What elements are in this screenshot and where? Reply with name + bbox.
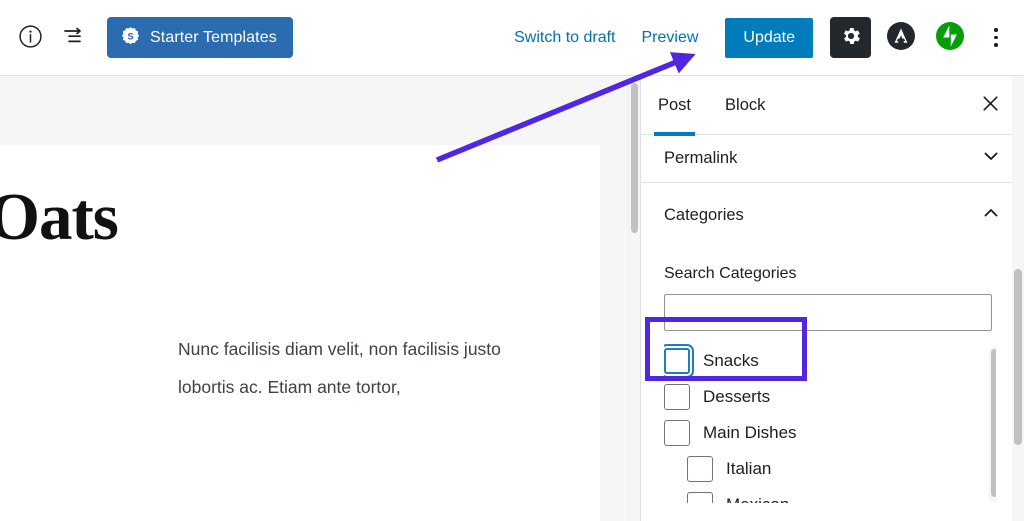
window-scrollbar-thumb[interactable] [1014,269,1022,445]
panel-categories-label: Categories [664,206,744,224]
list-view-icon-button[interactable] [52,16,96,60]
kebab-menu-icon [994,28,998,32]
info-circle-icon-button[interactable] [8,16,52,60]
category-item-snacks[interactable]: Snacks [664,343,996,379]
astra-logo-icon [886,21,916,54]
category-item-italian[interactable]: Italian [664,451,996,487]
panel-permalink-label: Permalink [664,149,738,167]
category-item-main-dishes[interactable]: Main Dishes [664,415,996,451]
sidebar-tab-bar: Post Block [641,76,1024,136]
switch-to-draft-button[interactable]: Switch to draft [501,21,628,55]
starter-templates-badge-icon: S [120,26,141,50]
editor-canvas-region: thy Oats Nunc facilisis diam velit, non … [0,76,640,521]
starter-templates-button[interactable]: S Starter Templates [107,17,293,58]
panel-categories[interactable]: Categories [641,183,1024,248]
kebab-dot-3 [994,43,998,47]
category-item-mexican[interactable]: Mexican [664,487,996,503]
checkbox-mexican[interactable] [687,492,713,503]
categories-panel-body: Search Categories Snacks Desserts Main D… [641,265,1024,503]
tab-block[interactable]: Block [708,76,782,135]
svg-text:S: S [127,31,133,41]
wordpress-block-editor: S Starter Templates Switch to draft Prev… [0,0,1024,521]
category-label-italian: Italian [726,459,772,478]
more-menu-button[interactable] [978,18,1014,58]
chevron-down-icon [981,146,1001,171]
settings-sidebar: Post Block Permalink Categories Search C… [640,76,1024,521]
editor-scrollbar-thumb[interactable] [631,83,638,233]
info-circle-icon [18,24,43,52]
post-paragraph[interactable]: Nunc facilisis diam velit, non facilisis… [178,330,538,406]
chevron-up-icon [981,203,1001,228]
close-sidebar-button[interactable] [972,87,1008,123]
category-label-desserts: Desserts [703,387,771,406]
jetpack-logo-icon [935,21,965,54]
jetpack-logo-button[interactable] [931,19,969,57]
list-view-icon [61,23,87,52]
search-categories-input[interactable] [664,294,992,331]
gear-icon [840,25,862,50]
update-button[interactable]: Update [725,17,813,58]
starter-templates-label: Starter Templates [150,28,277,46]
category-label-mexican: Mexican [726,495,789,503]
kebab-dot-2 [994,35,998,40]
checkbox-snacks[interactable] [664,348,690,374]
checkbox-main-dishes[interactable] [664,420,690,446]
checkbox-desserts[interactable] [664,384,690,410]
post-content-canvas[interactable]: thy Oats Nunc facilisis diam velit, non … [0,145,600,521]
category-item-desserts[interactable]: Desserts [664,379,996,415]
tab-post[interactable]: Post [641,76,708,136]
post-title[interactable]: thy Oats [0,179,119,256]
preview-button[interactable]: Preview [629,21,712,55]
search-categories-label: Search Categories [664,265,797,282]
toolbar-left-group: S Starter Templates [0,16,293,60]
categories-list: Snacks Desserts Main Dishes Italian Mexi [664,343,996,503]
editor-toolbar: S Starter Templates Switch to draft Prev… [0,0,1024,76]
categories-scrollbar-thumb[interactable] [991,349,996,497]
toolbar-right-group: Switch to draft Preview Update [501,17,1024,58]
category-label-main-dishes: Main Dishes [703,423,797,442]
category-label-snacks: Snacks [703,351,759,370]
settings-gear-button[interactable] [830,17,871,58]
panel-permalink[interactable]: Permalink [641,135,1024,183]
close-icon [981,94,1000,116]
astra-logo-button[interactable] [882,19,920,57]
checkbox-italian[interactable] [687,456,713,482]
